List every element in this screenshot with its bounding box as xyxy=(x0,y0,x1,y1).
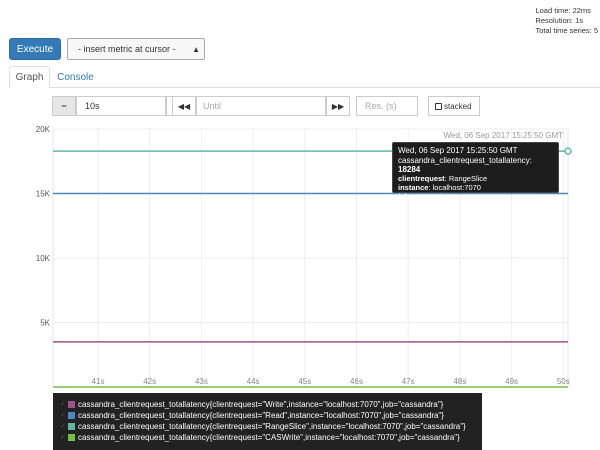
x-tick-label: 49s xyxy=(505,377,518,386)
legend-swatch xyxy=(68,412,75,419)
legend-swatch xyxy=(68,401,75,408)
legend-label: cassandra_clientrequest_totallatency{cli… xyxy=(78,411,444,420)
check-icon: ✓ xyxy=(60,412,66,419)
tooltip-time: Wed, 06 Sep 2017 15:25:50 GMT xyxy=(398,146,518,155)
tooltip-metric: cassandra_clientrequest_totallatency: 18… xyxy=(398,156,553,174)
execute-button[interactable]: Execute xyxy=(9,38,61,60)
x-tick-label: 41s xyxy=(92,377,105,386)
x-tick-label: 45s xyxy=(298,377,311,386)
legend-label: cassandra_clientrequest_totallatency{cli… xyxy=(78,400,444,409)
move-forward-button[interactable]: ▶▶ xyxy=(326,96,350,116)
x-tick-label: 43s xyxy=(195,377,208,386)
tooltip-metric-name: cassandra_clientrequest_totallatency: xyxy=(398,156,532,165)
dropdown-caret-icon: ▲ xyxy=(192,45,200,54)
x-tick-label: 50s xyxy=(557,377,570,386)
legend-label: cassandra_clientrequest_totallatency{cli… xyxy=(78,422,466,431)
x-tick-label: 44s xyxy=(247,377,260,386)
hover-point xyxy=(564,147,572,155)
tooltip-label-instance: instance: localhost:7070 xyxy=(398,183,481,192)
y-tick-label: 15K xyxy=(36,190,51,199)
stacked-label: stacked xyxy=(444,101,472,111)
y-tick-label: 5K xyxy=(40,319,50,328)
insert-metric-select[interactable]: - insert metric at cursor - ▲ xyxy=(67,38,205,60)
legend-label: cassandra_clientrequest_totallatency{cli… xyxy=(78,433,460,442)
check-icon: ✓ xyxy=(60,434,66,441)
load-time-text: Load time: 22ms xyxy=(535,6,591,15)
x-tick-label: 46s xyxy=(350,377,363,386)
legend-item-write[interactable]: ✓ cassandra_clientrequest_totallatency{c… xyxy=(60,399,482,410)
insert-metric-select-value: - insert metric at cursor - xyxy=(78,44,176,54)
total-series-text: Total time series: 5 xyxy=(535,26,598,35)
stacked-toggle[interactable]: stacked xyxy=(428,96,480,116)
tab-graph[interactable]: Graph xyxy=(9,66,50,88)
legend-item-rangeslice[interactable]: ✓ cassandra_clientrequest_totallatency{c… xyxy=(60,421,482,432)
legend-item-caswrite[interactable]: ✓ cassandra_clientrequest_totallatency{c… xyxy=(60,432,482,443)
until-input[interactable]: Until xyxy=(196,96,326,116)
check-icon: ✓ xyxy=(60,401,66,408)
tooltip-label-clientrequest: clientrequest: RangeSlice xyxy=(398,174,488,183)
hover-tooltip: Wed, 06 Sep 2017 15:25:50 GMT cassandra_… xyxy=(392,142,559,201)
legend-swatch xyxy=(68,434,75,441)
x-tick-label: 42s xyxy=(143,377,156,386)
legend-swatch xyxy=(68,423,75,430)
hover-time-label: Wed, 06 Sep 2017 15:25:50 GMT xyxy=(444,131,564,140)
x-tick-label: 48s xyxy=(453,377,466,386)
series-legend: ✓ cassandra_clientrequest_totallatency{c… xyxy=(53,393,482,450)
checkbox-icon xyxy=(435,102,442,110)
legend-item-read[interactable]: ✓ cassandra_clientrequest_totallatency{c… xyxy=(60,410,482,421)
x-tick-label: 47s xyxy=(402,377,415,386)
range-input[interactable]: 10s xyxy=(76,96,166,116)
query-stats: Load time: 22ms Resolution: 1s Total tim… xyxy=(535,6,598,36)
tooltip-label-job: job: cassandra xyxy=(398,192,449,201)
tooltip-value: 18284 xyxy=(398,165,421,174)
tab-bar: Graph Console xyxy=(9,66,600,88)
tab-console[interactable]: Console xyxy=(53,66,98,88)
check-icon: ✓ xyxy=(60,423,66,430)
y-tick-label: 20K xyxy=(36,125,51,134)
y-tick-label: 10K xyxy=(36,254,51,263)
decrease-range-button[interactable]: − xyxy=(52,96,76,116)
resolution-input[interactable]: Res. (s) xyxy=(356,96,418,116)
resolution-text: Resolution: 1s xyxy=(535,16,583,25)
move-back-button[interactable]: ◀◀ xyxy=(172,96,196,116)
